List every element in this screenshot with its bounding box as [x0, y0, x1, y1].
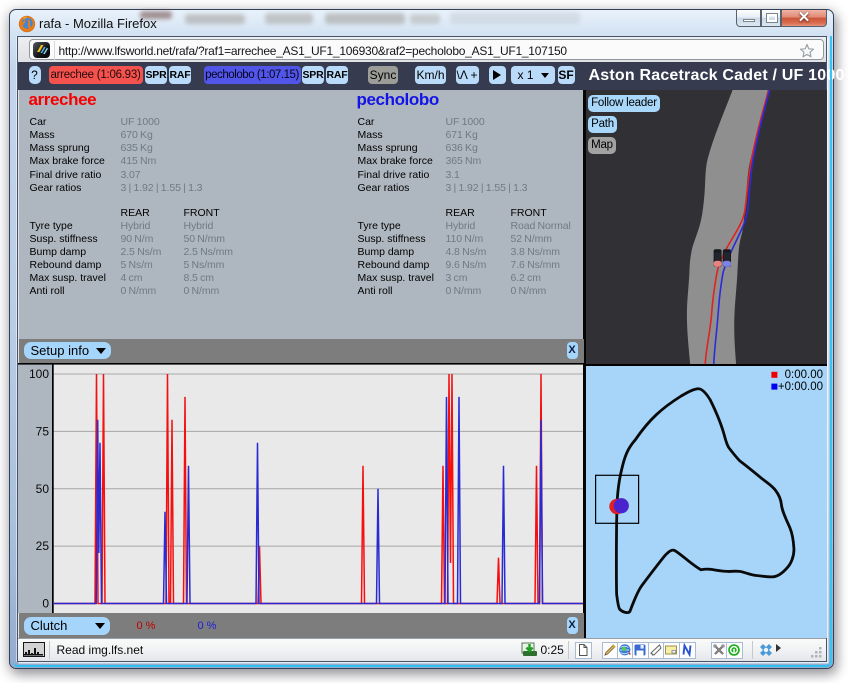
svg-text:0: 0 [42, 596, 49, 610]
svg-text:25: 25 [36, 539, 50, 553]
svg-text:0:00.00: 0:00.00 [784, 369, 822, 381]
svg-text:75: 75 [36, 424, 50, 438]
svg-text:100: 100 [29, 367, 49, 381]
svg-text:+0:00.00: +0:00.00 [778, 381, 823, 393]
svg-text:50: 50 [36, 481, 50, 495]
